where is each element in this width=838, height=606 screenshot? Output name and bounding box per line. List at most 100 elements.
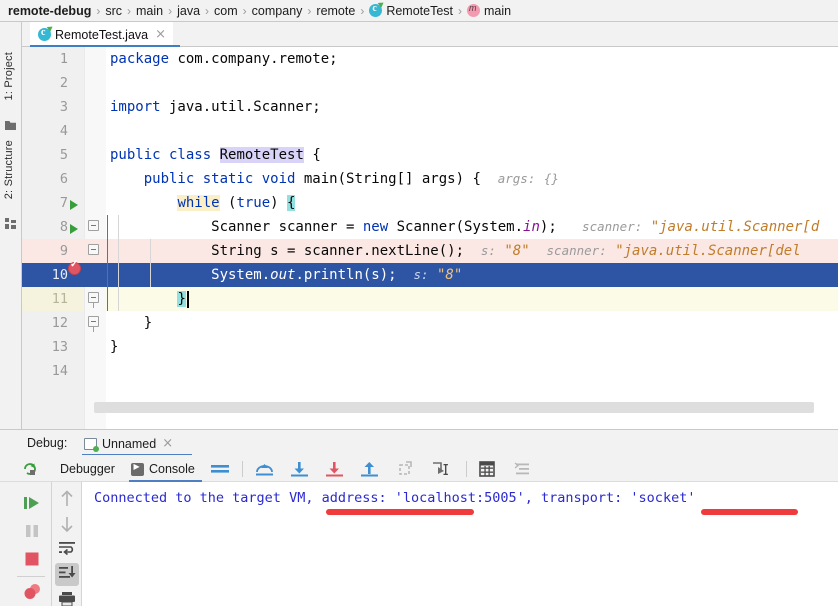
inlay-hint-name: args: — [497, 171, 536, 186]
code-text: String s = scanner.nextLine(); s: "8" sc… — [110, 243, 801, 259]
drop-frame-icon[interactable] — [396, 461, 413, 477]
breadcrumb-item-java[interactable]: java — [177, 4, 200, 18]
left-tool-strip: 1: Project 2: Structure — [0, 22, 22, 429]
editor-line: 12 } — [22, 311, 838, 335]
scroll-to-end-icon[interactable] — [58, 565, 76, 583]
breadcrumb-separator: › — [96, 3, 101, 18]
editor-line: 6 public static void main(String[] args)… — [22, 167, 838, 191]
step-over-icon[interactable] — [255, 461, 274, 477]
inlay-hint-name: s: — [480, 243, 496, 258]
structure-icon — [5, 218, 16, 229]
line-number: 6 — [59, 171, 68, 187]
breadcrumb-item-com[interactable]: com — [214, 4, 238, 18]
run-configuration-icon — [84, 438, 99, 452]
debug-panel-header: Debug: Unnamed × — [0, 429, 838, 456]
code-text: System.out.println(s); s: "8" — [110, 267, 463, 283]
editor-line: 8 Scanner scanner = new Scanner(System.i… — [22, 215, 838, 239]
line-number: 5 — [59, 147, 68, 163]
editor-line: 5 public class RemoteTest { — [22, 143, 838, 167]
scroll-up-icon[interactable] — [59, 490, 75, 508]
editor-line: 9 String s = scanner.nextLine(); s: "8" … — [22, 239, 838, 263]
line-number: 8 — [59, 219, 68, 235]
actions-divider — [17, 576, 45, 577]
force-step-into-icon[interactable] — [326, 461, 343, 477]
console-actions-column — [52, 482, 82, 606]
line-number: 14 — [51, 363, 68, 379]
breadcrumb-separator: › — [127, 3, 132, 18]
debug-actions-column — [0, 482, 52, 606]
tab-debugger[interactable]: Debugger — [60, 459, 115, 479]
breadcrumb-item-src[interactable]: src — [105, 4, 122, 18]
sidebar-item-structure[interactable]: 2: Structure — [3, 140, 15, 199]
stop-icon[interactable] — [24, 551, 40, 567]
line-number: 2 — [59, 75, 68, 91]
close-icon[interactable]: × — [155, 28, 166, 41]
inlay-hint-value: "8" — [504, 243, 530, 259]
debug-session-tab[interactable]: Unnamed × — [84, 432, 173, 456]
annotation-underline-address — [326, 509, 474, 515]
editor-line: 2 — [22, 71, 838, 95]
code-text: public class RemoteTest { — [110, 147, 321, 163]
editor-line: 14 — [22, 359, 838, 383]
inlay-hint-name: s: — [413, 267, 429, 282]
console-text: Connected to the target VM, address: 'lo… — [94, 490, 696, 506]
settings-icon[interactable] — [514, 462, 531, 476]
sidebar-item-project[interactable]: 1: Project — [3, 52, 15, 100]
breadcrumb: remote-debug › src › main › java › com ›… — [0, 0, 838, 22]
inlay-hint-value: {} — [543, 171, 559, 186]
breadcrumb-method-label: main — [484, 3, 512, 18]
line-number: 3 — [59, 99, 68, 115]
debug-toolbar: Debugger Console — [0, 455, 838, 482]
step-into-icon[interactable] — [291, 461, 308, 477]
line-number: 10 — [51, 267, 68, 283]
java-method-icon — [467, 3, 481, 17]
java-class-icon — [38, 24, 55, 41]
line-number: 7 — [59, 195, 68, 211]
scroll-down-icon[interactable] — [59, 515, 75, 533]
breadcrumb-separator: › — [360, 3, 365, 18]
tab-console-label: Console — [149, 462, 195, 476]
evaluate-expression-icon[interactable] — [479, 461, 495, 477]
editor-horizontal-scrollbar[interactable] — [94, 402, 814, 413]
code-text: } — [110, 315, 153, 331]
editor-line: 4 — [22, 119, 838, 143]
layout-icon[interactable] — [211, 462, 229, 476]
breadcrumb-item-company[interactable]: company — [252, 4, 303, 18]
inlay-hint-name: scanner: — [582, 219, 643, 234]
tab-debugger-label: Debugger — [60, 462, 115, 476]
debug-panel-title: Debug: — [27, 436, 68, 450]
pause-program-icon[interactable] — [24, 523, 40, 539]
editor-line: 7 while (true) { — [22, 191, 838, 215]
code-text: import java.util.Scanner; — [110, 99, 321, 115]
breadcrumb-item-remote[interactable]: remote — [316, 4, 355, 18]
rerun-icon[interactable] — [22, 461, 38, 477]
run-to-cursor-icon[interactable] — [431, 461, 450, 477]
inlay-hint-value: "8" — [436, 267, 463, 283]
line-number: 12 — [51, 315, 68, 331]
breadcrumb-item-main[interactable]: main — [136, 4, 163, 18]
breadcrumb-item-class[interactable]: RemoteTest — [369, 0, 453, 18]
code-editor[interactable]: 1 package com.company.remote; 2 3 import… — [22, 47, 838, 429]
tab-console[interactable]: Console — [131, 459, 195, 479]
breadcrumb-item-method[interactable]: main — [467, 3, 512, 18]
breadcrumb-separator: › — [168, 3, 173, 18]
soft-wrap-icon[interactable] — [58, 540, 76, 556]
print-icon[interactable] — [58, 592, 76, 606]
close-icon[interactable]: × — [162, 437, 173, 450]
line-number: 9 — [59, 243, 68, 259]
code-text: Scanner scanner = new Scanner(System.in)… — [110, 219, 820, 235]
line-number: 1 — [59, 51, 68, 67]
step-out-icon[interactable] — [361, 461, 378, 477]
console-icon — [131, 462, 144, 476]
mute-breakpoints-icon[interactable] — [23, 583, 42, 600]
ide-window: remote-debug › src › main › java › com ›… — [0, 0, 838, 606]
code-text: public static void main(String[] args) {… — [143, 171, 559, 187]
breadcrumb-item-project[interactable]: remote-debug — [8, 4, 91, 18]
resume-program-icon[interactable] — [23, 495, 41, 511]
breadcrumb-separator: › — [205, 3, 210, 18]
text-caret — [187, 291, 189, 308]
breadcrumb-separator: › — [242, 3, 247, 18]
editor-tab-remotetest[interactable]: RemoteTest.java × — [30, 22, 174, 47]
console-output[interactable]: Connected to the target VM, address: 'lo… — [82, 482, 838, 606]
breadcrumb-separator: › — [307, 3, 312, 18]
